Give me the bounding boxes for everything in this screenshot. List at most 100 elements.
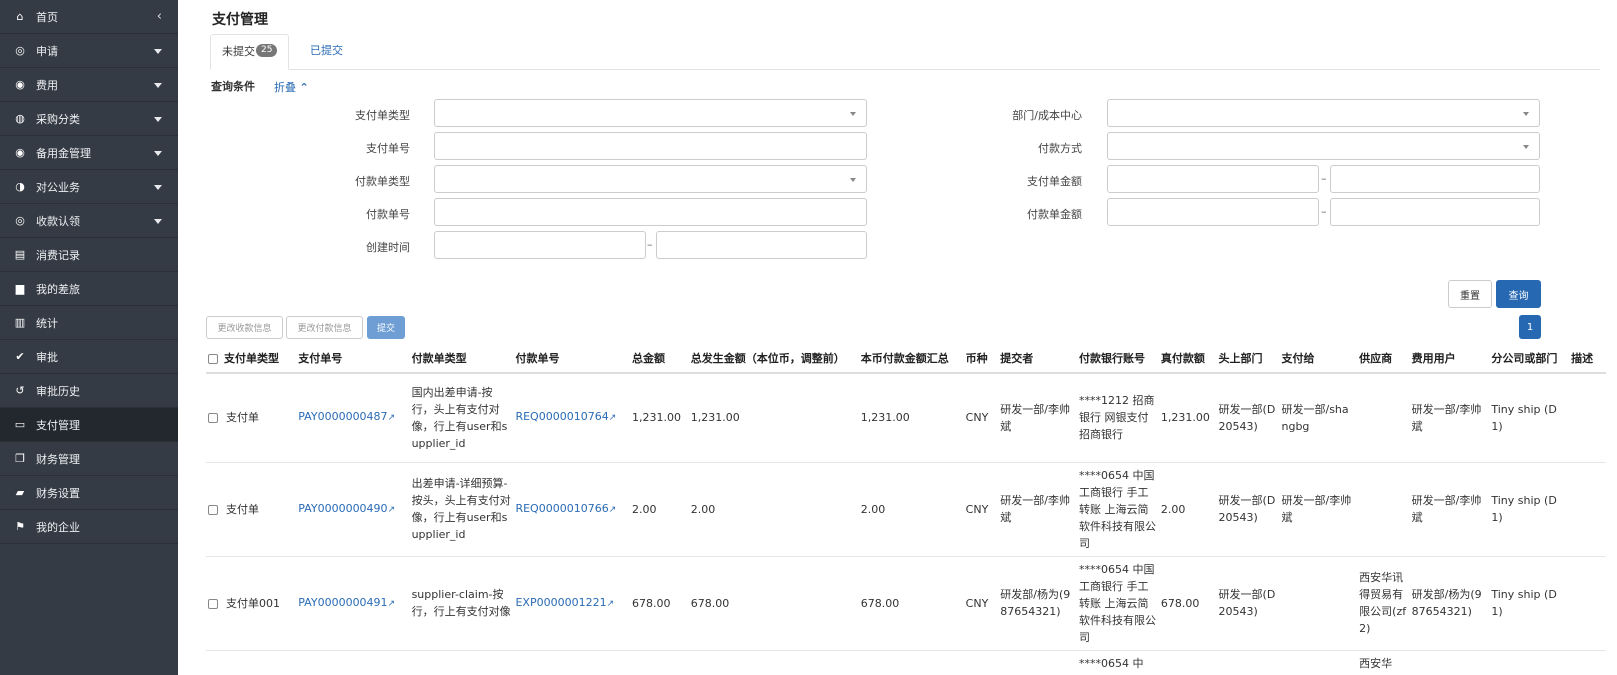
tab-unsubmitted[interactable]: 未提交 25 [210,34,290,70]
row-checkbox[interactable] [208,413,218,424]
submit-button[interactable]: 提交 [367,316,405,339]
cell-total: 1,231.00 [629,373,689,463]
sidebar-item[interactable]: ◎ 收款认领 [0,204,178,238]
pay-type-select[interactable] [434,99,867,127]
coin-icon: ◉ [15,78,25,91]
cell-submitter: 研发部/杨为(987654321) [998,556,1077,651]
external-link-icon[interactable]: ↗ [607,599,615,609]
caret-down-icon [154,117,162,122]
wallet-icon: ◉ [15,146,25,159]
cell-type: 支付单 [206,462,297,557]
cell-payment-no[interactable]: REQ0000010764↗ [513,373,630,463]
created-to-input[interactable] [656,231,867,259]
sidebar-item[interactable]: ◑ 对公业务 [0,170,178,204]
cell-bank: ****0654 中 [1076,650,1159,675]
method-select[interactable] [1107,132,1540,160]
payment-type-label: 付款单类型 [355,175,410,188]
table-row[interactable]: ****0654 中 西安华 [206,650,1606,675]
cell-currency: CNY [963,462,999,557]
column-header: 付款单类型 [409,344,514,374]
cell-local-sum [858,650,964,675]
row-checkbox[interactable] [208,504,218,515]
sidebar-item[interactable]: ◍ 采购分类 [0,102,178,136]
payment-no-input[interactable] [434,198,867,226]
cell-pay-to: 研发一部/shangbg [1279,373,1358,463]
pay-no-link[interactable]: PAY0000000491 [298,596,387,609]
clone-icon: ❐ [15,452,25,465]
table-header-row: 支付单类型 支付单号 付款单类型 付款单号 总金额 总发生金额（本位币，调整前） 本币付款金… [206,344,1606,374]
cell-pay-no[interactable]: PAY0000000491↗ [296,556,410,651]
collapse-sidebar-icon[interactable]: ‹ [157,9,162,24]
sidebar-item[interactable]: ▤ 消费记录 [0,238,178,272]
pay-amount-label: 支付单金额 [1027,175,1082,188]
external-link-icon[interactable]: ↗ [388,413,396,423]
sidebar-item[interactable]: ◉ 费用 [0,68,178,102]
sidebar-item[interactable]: ▆ 我的差旅 [0,272,178,306]
sidebar-item[interactable]: ◉ 备用金管理 [0,136,178,170]
row-checkbox[interactable] [208,598,218,609]
payment-no-link[interactable]: EXP0000001221 [515,596,606,609]
sidebar-item[interactable]: ⌂ 首页 ‹ [0,0,178,34]
table-row[interactable]: 支付单 PAY0000000487↗ 国内出差申请-按行，头上有支付对像，行上有us… [206,373,1606,463]
cell-bank: ****0654 中国工商银行 手工转账 上海云简软件科技有限公司 [1076,556,1159,651]
table-row[interactable]: 支付单001 PAY0000000491↗ supplier-claim-按行，行上… [206,556,1606,651]
external-link-icon[interactable]: ↗ [609,505,617,515]
collapse-toggle[interactable]: 折叠 ⌃ [274,79,309,95]
pay-no-link[interactable]: PAY0000000490 [298,502,387,515]
payment-no-link[interactable]: REQ0000010764 [515,410,608,423]
pay-no-link[interactable]: PAY0000000487 [298,410,387,423]
sidebar-item-label: 备用金管理 [36,146,91,160]
sidebar-item-label: 我的企业 [36,520,80,534]
bar-chart-icon: ▥ [14,316,26,329]
page-1-button[interactable]: 1 [1519,315,1541,339]
reset-button[interactable]: 重置 [1448,280,1492,308]
cell-actual: 1,231.00 [1158,373,1217,463]
caret-down-icon [154,151,162,156]
cell-pay-no[interactable]: PAY0000000487↗ [296,373,410,463]
cell-head-dept: 研发一部(D20543) [1216,556,1280,651]
sidebar-item[interactable]: ◎ 申请 [0,34,178,68]
cell-head-dept: 研发一部(D20543) [1216,373,1280,463]
caret-down-icon [154,185,162,190]
change-receive-info-button[interactable]: 更改收款信息 [206,316,283,339]
column-header-label: 支付单类型 [224,352,279,365]
change-payment-info-button[interactable]: 更改付款信息 [286,316,363,339]
pay-no-input[interactable] [434,132,867,160]
cell-payment-no[interactable]: EXP0000001221↗ [513,556,630,651]
cell-actual: 678.00 [1158,556,1217,651]
external-link-icon[interactable]: ↗ [388,599,396,609]
pay-amount-from-input[interactable] [1107,165,1319,193]
cell-pay-no [296,650,410,675]
pay-amount-to-input[interactable] [1330,165,1540,193]
cell-submitter: 研发一部/李帅斌 [998,373,1077,463]
search-button[interactable]: 查询 [1496,280,1541,308]
created-from-input[interactable] [434,231,646,259]
cell-desc [1569,462,1606,557]
history-icon: ↺ [15,384,25,397]
copy-icon: ▤ [14,248,26,261]
sidebar-item[interactable]: ✔ 审批 [0,340,178,374]
cell-pay-no[interactable]: PAY0000000490↗ [296,462,410,557]
sidebar-item[interactable]: ⚑ 我的企业 [0,510,178,544]
dept-select[interactable] [1107,99,1540,127]
sidebar-item[interactable]: ↺ 审批历史 [0,374,178,408]
range-separator: – [1321,172,1327,185]
payment-no-link[interactable]: REQ0000010766 [515,502,608,515]
select-all-checkbox[interactable] [208,354,218,364]
cell-pay-to [1279,556,1358,651]
tab-submitted[interactable]: 已提交 [298,34,355,70]
external-link-icon[interactable]: ↗ [609,413,617,423]
cell-branch: Tiny ship (D1) [1489,373,1570,463]
payment-amount-to-input[interactable] [1330,198,1540,226]
sidebar-item[interactable]: ▭ 支付管理 [0,408,178,442]
external-link-icon[interactable]: ↗ [388,505,396,515]
sidebar-item[interactable]: ▥ 统计 [0,306,178,340]
sidebar-item[interactable]: ❐ 财务管理 [0,442,178,476]
payment-type-select[interactable] [434,165,867,193]
payment-amount-from-input[interactable] [1107,198,1319,226]
table-row[interactable]: 支付单 PAY0000000490↗ 出差申请-详细预算-按头，头上有支付对像，行上… [206,462,1606,557]
sidebar-item[interactable]: ▰ 财务设置 [0,476,178,510]
cell-payment-no[interactable]: REQ0000010766↗ [513,462,630,557]
cell-bank: ****0654 中国工商银行 手工转账 上海云简软件科技有限公司 [1076,462,1159,557]
cell-payment-type [409,650,514,675]
